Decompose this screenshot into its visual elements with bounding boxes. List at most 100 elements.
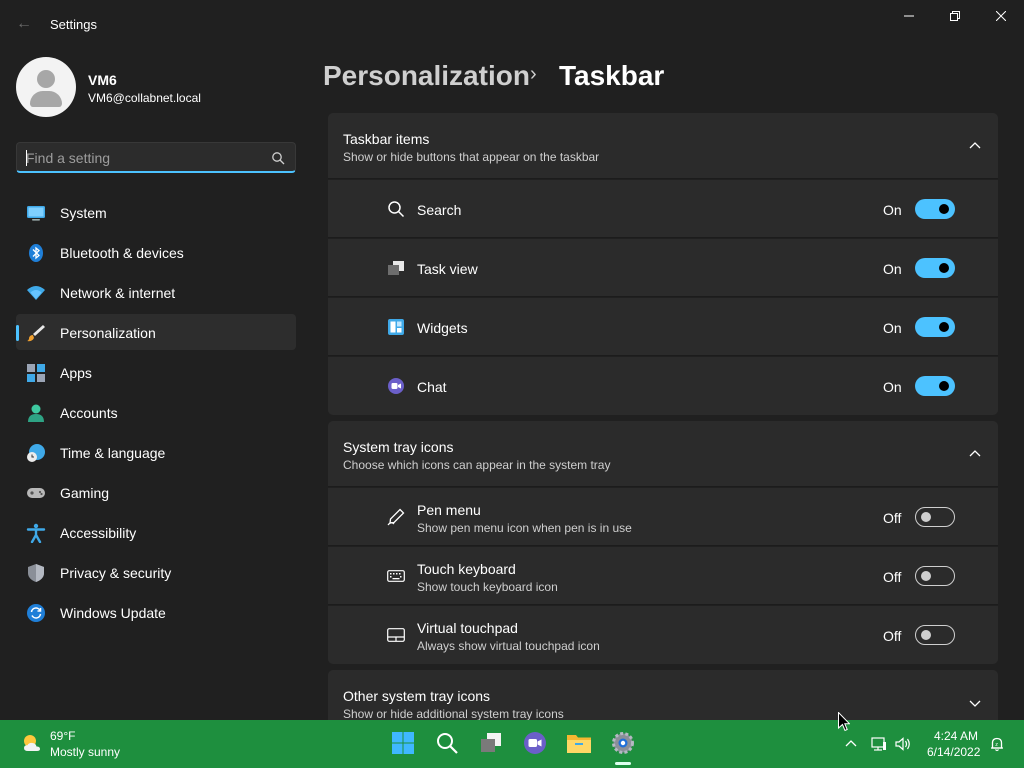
toggle-state: On — [883, 261, 902, 277]
file-explorer-button[interactable] — [565, 729, 593, 757]
toggle-knob — [939, 322, 949, 332]
sidebar-item-time-language[interactable]: Time & language — [16, 434, 296, 470]
toggle-state: Off — [883, 569, 902, 585]
back-arrow-icon[interactable]: ← — [14, 14, 34, 34]
wifi-icon — [27, 286, 45, 300]
setting-row-touch-keyboard: Touch keyboard Show touch keyboard icon … — [328, 547, 998, 605]
update-icon — [27, 604, 45, 622]
toggle-knob — [939, 381, 949, 391]
section-system-tray-icons[interactable]: System tray icons Choose which icons can… — [328, 421, 998, 487]
keyboard-icon — [387, 570, 405, 582]
chevron-up-icon[interactable] — [843, 736, 859, 752]
section-subtitle: Choose which icons can appear in the sys… — [343, 458, 611, 472]
clock-time[interactable]: 4:24 AM — [934, 729, 978, 743]
setting-label: Touch keyboard — [417, 561, 516, 577]
setting-description: Always show virtual touchpad icon — [417, 639, 600, 653]
section-title: Taskbar items — [343, 131, 430, 147]
task-view-icon — [388, 261, 404, 275]
user-name: VM6 — [88, 72, 117, 88]
sidebar-item-accessibility[interactable]: Accessibility — [16, 514, 296, 550]
sidebar-item-label: Gaming — [60, 485, 110, 501]
sidebar-item-system[interactable]: System — [16, 194, 296, 230]
chevron-up-icon[interactable] — [968, 447, 982, 461]
virtual-touchpad-toggle[interactable] — [915, 625, 955, 645]
setting-row-search: Search On — [328, 180, 998, 238]
setting-label: Task view — [417, 261, 478, 277]
touch-keyboard-toggle[interactable] — [915, 566, 955, 586]
setting-row-pen-menu: Pen menu Show pen menu icon when pen is … — [328, 488, 998, 546]
search-input[interactable] — [26, 148, 266, 168]
avatar-body — [30, 91, 62, 107]
sidebar-item-label: Bluetooth & devices — [60, 245, 184, 261]
system-icon — [27, 206, 45, 221]
network-icon[interactable] — [871, 736, 887, 752]
chevron-down-icon[interactable] — [968, 696, 982, 710]
minimize-button[interactable] — [886, 0, 932, 32]
sidebar-item-label: Accounts — [60, 405, 118, 421]
breadcrumb-separator: › — [530, 63, 537, 85]
task-view-icon — [481, 733, 501, 752]
chat-button[interactable] — [521, 729, 549, 757]
widgets-toggle[interactable] — [915, 317, 955, 337]
setting-label: Search — [417, 202, 462, 218]
settings-app-button[interactable] — [609, 729, 637, 757]
restore-button[interactable] — [932, 0, 978, 32]
sidebar-item-personalization[interactable]: Personalization — [16, 314, 296, 350]
sidebar-item-bluetooth[interactable]: Bluetooth & devices — [16, 234, 296, 270]
weather-temperature[interactable]: 69°F — [50, 729, 75, 743]
sidebar-item-gaming[interactable]: Gaming — [16, 474, 296, 510]
setting-row-widgets: Widgets On — [328, 298, 998, 356]
task-view-toggle[interactable] — [915, 258, 955, 278]
setting-description: Show touch keyboard icon — [417, 580, 558, 594]
sidebar-item-network[interactable]: Network & internet — [16, 274, 296, 310]
sidebar-item-accounts[interactable]: Accounts — [16, 394, 296, 430]
clock-date[interactable]: 6/14/2022 — [927, 745, 980, 759]
sidebar-nav: System Bluetooth & devices Network & int… — [16, 194, 296, 634]
restore-icon — [950, 11, 960, 21]
avatar[interactable] — [16, 57, 76, 117]
sidebar-item-label: Windows Update — [60, 605, 166, 621]
svg-text:z: z — [995, 742, 998, 748]
sidebar-item-label: Apps — [60, 365, 92, 381]
pen-menu-toggle[interactable] — [915, 507, 955, 527]
gamepad-icon — [27, 488, 45, 498]
volume-icon[interactable] — [895, 736, 911, 752]
search-icon — [388, 201, 405, 218]
bluetooth-icon — [29, 244, 43, 262]
weather-sunny-icon[interactable] — [20, 731, 44, 755]
section-title: Other system tray icons — [343, 688, 491, 704]
start-button[interactable] — [389, 729, 417, 757]
notification-bell-icon[interactable]: z — [989, 736, 1005, 752]
user-email: VM6@collabnet.local — [88, 91, 201, 105]
touchpad-icon — [387, 628, 405, 642]
search-box[interactable] — [16, 142, 296, 173]
section-taskbar-items[interactable]: Taskbar items Show or hide buttons that … — [328, 113, 998, 179]
sidebar-item-apps[interactable]: Apps — [16, 354, 296, 390]
search-toggle[interactable] — [915, 199, 955, 219]
sidebar-item-privacy-security[interactable]: Privacy & security — [16, 554, 296, 590]
setting-row-virtual-touchpad: Virtual touchpad Always show virtual tou… — [328, 606, 998, 664]
sidebar-item-label: System — [60, 205, 107, 221]
sidebar-item-label: Personalization — [60, 325, 156, 341]
toggle-knob — [921, 512, 931, 522]
chevron-up-icon[interactable] — [968, 139, 982, 153]
chat-toggle[interactable] — [915, 376, 955, 396]
breadcrumb-parent[interactable]: Personalization — [323, 60, 530, 92]
sidebar-item-label: Network & internet — [60, 285, 176, 301]
taskbar-search-button[interactable] — [433, 729, 461, 757]
accessibility-icon — [26, 523, 46, 543]
brush-icon — [27, 325, 45, 342]
task-view-button[interactable] — [477, 729, 505, 757]
accounts-icon — [28, 404, 44, 422]
folder-icon — [567, 735, 591, 753]
section-subtitle: Show or hide buttons that appear on the … — [343, 150, 600, 164]
weather-condition[interactable]: Mostly sunny — [50, 745, 120, 759]
widgets-icon — [388, 319, 404, 335]
close-button[interactable] — [978, 0, 1024, 32]
toggle-state: On — [883, 320, 902, 336]
search-icon[interactable] — [271, 151, 285, 165]
setting-label: Chat — [417, 379, 447, 395]
sidebar-item-windows-update[interactable]: Windows Update — [16, 594, 296, 630]
search-icon — [437, 733, 458, 754]
toggle-state: Off — [883, 510, 902, 526]
